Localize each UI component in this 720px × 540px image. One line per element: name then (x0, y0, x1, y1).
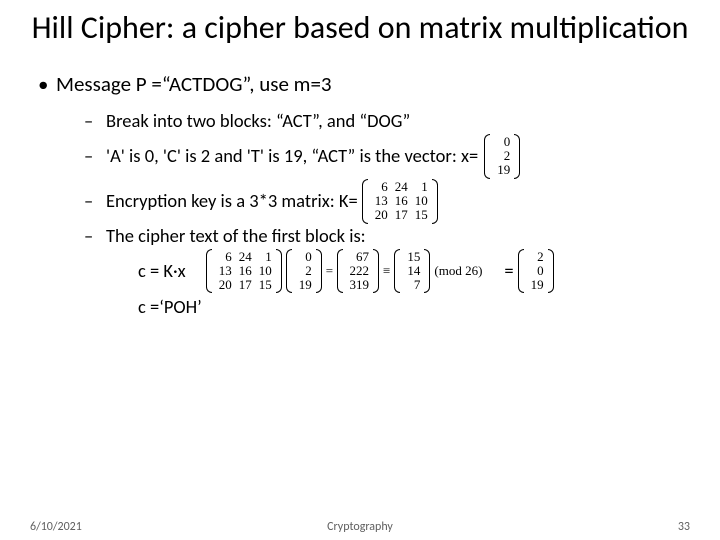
equals-1: = (326, 261, 333, 281)
vector-x: 0 2 19 (484, 134, 520, 179)
bullet-dot-icon: • (38, 71, 56, 97)
sub-bullet-1: – Break into two blocks: “ACT”, and “DOG… (84, 109, 690, 134)
equals-2: = (504, 257, 513, 286)
dash-icon: – (84, 109, 106, 134)
cipher-result-line: c =‘POH’ (138, 293, 690, 322)
sub-bullet-3-text: Encryption key is a 3*3 matrix: K= (106, 189, 358, 214)
cipher-equation-line: c = K·x 6241 131610 201715 0 2 19 = (138, 249, 690, 294)
sub-bullet-2: – 'A' is 0, 'C' is 2 and 'T' is 19, “ACT… (84, 134, 690, 179)
dash-icon: – (84, 189, 106, 214)
dash-icon: – (84, 144, 106, 169)
dash-icon: – (84, 224, 106, 249)
matrix-K: 6241 131610 201715 (362, 179, 438, 224)
l1-text: Message P =“ACTDOG”, use m=3 (56, 71, 332, 97)
footer-center: Cryptography (0, 520, 720, 534)
sub-bullet-3: – Encryption key is a 3*3 matrix: K= 624… (84, 179, 690, 224)
eq-lhs: c = K·x (138, 257, 186, 286)
vector-Kx-mod: 15 14 7 (394, 249, 430, 294)
cipher-result-text: c =‘POH’ (138, 293, 202, 322)
mod-label: (mod 26) (434, 261, 482, 281)
vector-x-copy: 0 2 19 (286, 249, 322, 294)
equiv-sign: ≡ (383, 261, 390, 281)
matrix-K-copy: 6241 131610 201715 (206, 249, 282, 294)
vector-result: 2 0 19 (518, 249, 554, 294)
sub-bullet-4-text: The cipher text of the first block is: (106, 224, 366, 249)
vector-Kx-raw: 67 222 319 (337, 249, 379, 294)
bullet-level1: •Message P =“ACTDOG”, use m=3 (38, 71, 690, 97)
bullet-level2-group: – Break into two blocks: “ACT”, and “DOG… (84, 109, 690, 249)
sub-bullet-2-text: 'A' is 0, 'C' is 2 and 'T' is 19, “ACT” … (106, 144, 478, 169)
sub-bullet-1-text: Break into two blocks: “ACT”, and “DOG” (106, 109, 410, 134)
slide: Hill Cipher: a cipher based on matrix mu… (0, 0, 720, 540)
footer-page-number: 33 (678, 520, 690, 534)
slide-title: Hill Cipher: a cipher based on matrix mu… (30, 10, 690, 47)
sub-bullet-4: – The cipher text of the first block is: (84, 224, 690, 249)
